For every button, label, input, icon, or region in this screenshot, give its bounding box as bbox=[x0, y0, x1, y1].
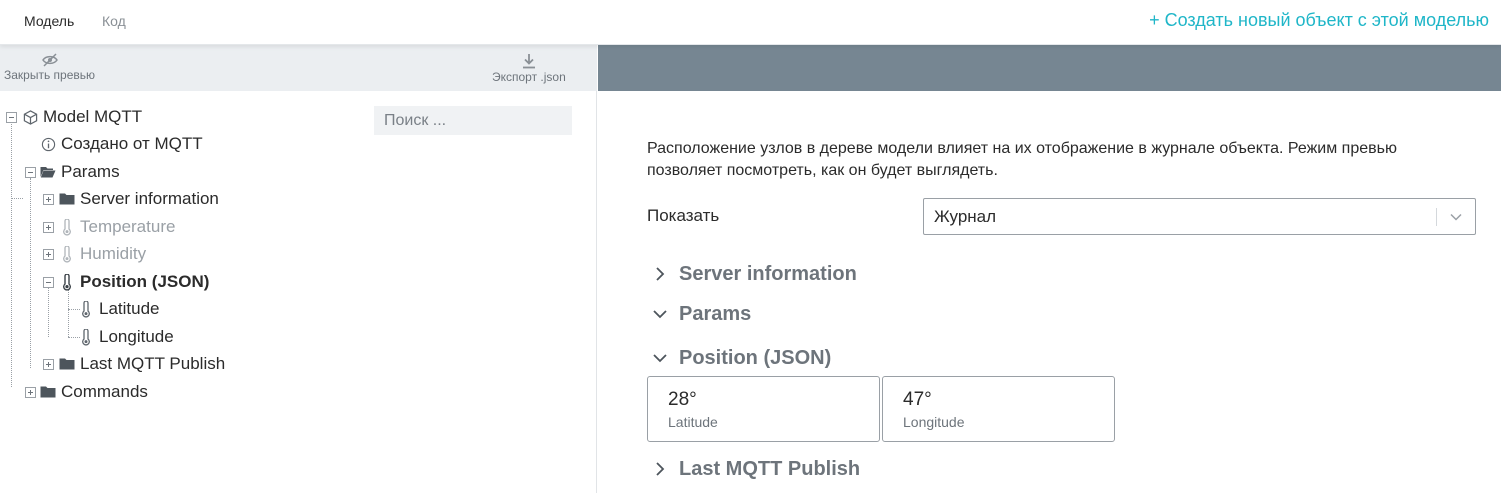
top-bar: Модель Код + Создать новый объект с этой… bbox=[0, 0, 1501, 45]
export-json-button[interactable]: Экспорт .json bbox=[492, 53, 566, 84]
card-label: Longitude bbox=[903, 414, 965, 430]
view-mode-select[interactable]: Журнал bbox=[923, 198, 1476, 235]
thermometer-icon bbox=[59, 245, 75, 262]
card-value: 47° bbox=[903, 389, 932, 410]
tree-node-longitude[interactable]: Longitude bbox=[78, 324, 174, 350]
download-icon bbox=[522, 54, 535, 69]
tree-node-label: Position (JSON) bbox=[80, 272, 210, 291]
show-label: Показать bbox=[647, 206, 720, 225]
tree-node-commands[interactable]: Commands bbox=[40, 379, 148, 405]
thermometer-icon bbox=[78, 300, 94, 317]
tree-toggle-collapse[interactable] bbox=[43, 277, 54, 288]
chevron-right-icon bbox=[651, 265, 669, 283]
folder-icon bbox=[40, 384, 56, 400]
create-object-link[interactable]: + Создать новый объект с этой моделью bbox=[1149, 10, 1489, 31]
section-server-information[interactable]: Server information bbox=[651, 261, 857, 287]
eye-off-icon bbox=[41, 53, 58, 67]
section-title: Server information bbox=[679, 262, 857, 285]
search-input[interactable] bbox=[374, 106, 572, 135]
section-title: Position (JSON) bbox=[679, 346, 832, 369]
thermometer-icon bbox=[59, 273, 75, 291]
section-title: Params bbox=[679, 302, 752, 325]
chevron-down-icon bbox=[651, 305, 669, 323]
tree-node-label: Last MQTT Publish bbox=[80, 354, 226, 373]
export-json-label: Экспорт .json bbox=[492, 70, 566, 84]
tree-connector bbox=[11, 198, 23, 199]
tree-node-params[interactable]: Params bbox=[40, 159, 120, 185]
section-position-json[interactable]: Position (JSON) bbox=[651, 345, 831, 371]
tree-node-server-information[interactable]: Server information bbox=[59, 186, 219, 212]
thermometer-icon bbox=[78, 328, 94, 345]
tree-toolbar: Закрыть превью Экспорт .json bbox=[0, 45, 597, 91]
folder-icon bbox=[59, 356, 75, 372]
card-value: 28° bbox=[668, 389, 697, 410]
preview-description: Расположение узлов в дереве модели влияе… bbox=[647, 140, 1397, 179]
model-tree-panel: Закрыть превью Экспорт .json Поиск ... M… bbox=[0, 45, 597, 493]
tree-node-label: Longitude bbox=[99, 327, 174, 346]
tree-node-root[interactable]: Model MQTT bbox=[22, 104, 142, 130]
info-icon bbox=[40, 136, 56, 152]
folder-icon bbox=[59, 191, 75, 207]
tree-toggle-expand[interactable] bbox=[43, 249, 54, 260]
tree-node-label: Model MQTT bbox=[43, 107, 143, 126]
tree-node-label: Server information bbox=[80, 189, 219, 208]
thermometer-icon bbox=[59, 218, 75, 235]
preview-panel: Расположение узлов в дереве модели влияе… bbox=[598, 45, 1501, 493]
tree-node-label: Создано от MQTT bbox=[61, 134, 203, 153]
section-params[interactable]: Params bbox=[651, 301, 751, 327]
tree-toggle-expand[interactable] bbox=[43, 222, 54, 233]
tree-connector bbox=[11, 124, 12, 387]
value-card-longitude: 47° Longitude bbox=[882, 376, 1115, 442]
chevron-right-icon bbox=[651, 460, 669, 478]
tree-node-temperature[interactable]: Temperature bbox=[59, 214, 175, 240]
close-preview-label: Закрыть превью bbox=[4, 68, 96, 82]
select-separator bbox=[1436, 208, 1437, 226]
tree-node-label: Latitude bbox=[99, 299, 160, 318]
folder-open-icon bbox=[40, 164, 56, 180]
tree-toggle-collapse[interactable] bbox=[25, 167, 36, 178]
chevron-down-icon bbox=[1450, 213, 1462, 221]
tree-connector bbox=[30, 178, 31, 368]
model-tree: Model MQTT Создано от MQTT Params Server… bbox=[0, 91, 370, 491]
tree-node-position-json[interactable]: Position (JSON) bbox=[59, 269, 209, 295]
preview-header-bar bbox=[598, 45, 1501, 91]
close-preview-button[interactable]: Закрыть превью bbox=[4, 53, 95, 82]
tree-connector bbox=[48, 288, 49, 337]
tree-node-last-mqtt-publish[interactable]: Last MQTT Publish bbox=[59, 351, 225, 377]
tab-code[interactable]: Код bbox=[102, 13, 126, 29]
tree-node-label: Commands bbox=[61, 382, 148, 401]
tree-toggle-expand[interactable] bbox=[43, 194, 54, 205]
cube-icon bbox=[22, 109, 38, 125]
tree-node-label: Params bbox=[61, 162, 120, 181]
tab-model[interactable]: Модель bbox=[24, 13, 74, 29]
chevron-down-icon bbox=[651, 349, 669, 367]
tree-node-label: Temperature bbox=[80, 217, 176, 236]
tree-node-created[interactable]: Создано от MQTT bbox=[40, 131, 203, 157]
value-card-latitude: 28° Latitude bbox=[647, 376, 880, 442]
tree-toggle-expand[interactable] bbox=[25, 387, 36, 398]
tree-node-humidity[interactable]: Humidity bbox=[59, 241, 146, 267]
card-label: Latitude bbox=[668, 414, 718, 430]
section-last-mqtt-publish[interactable]: Last MQTT Publish bbox=[651, 456, 860, 482]
tree-connector bbox=[68, 290, 69, 337]
tree-node-label: Humidity bbox=[80, 244, 147, 263]
view-mode-value: Журнал bbox=[934, 207, 997, 226]
tree-toggle-collapse[interactable] bbox=[6, 112, 17, 123]
tree-node-latitude[interactable]: Latitude bbox=[78, 296, 160, 322]
section-title: Last MQTT Publish bbox=[679, 457, 861, 480]
tree-toggle-expand[interactable] bbox=[43, 359, 54, 370]
